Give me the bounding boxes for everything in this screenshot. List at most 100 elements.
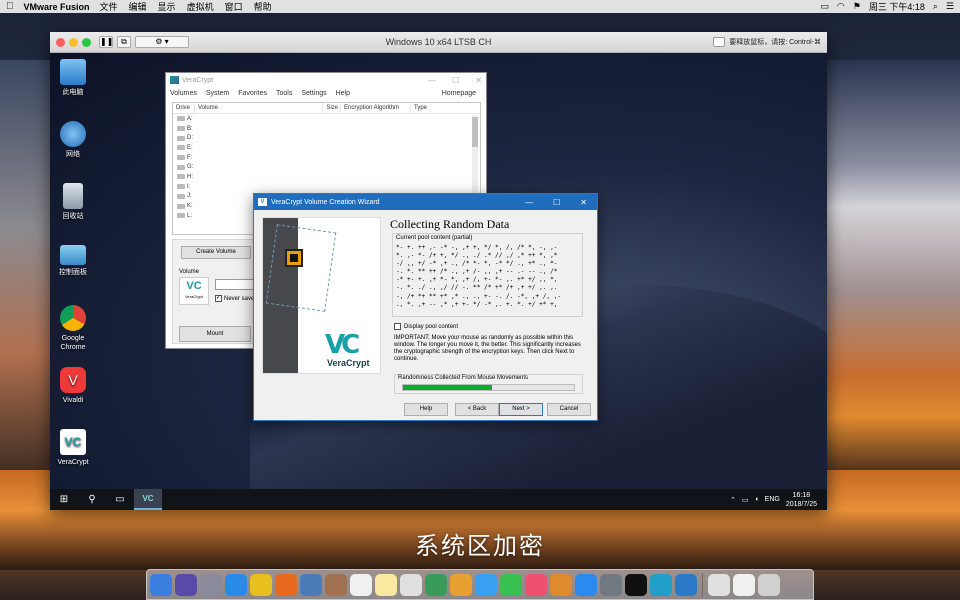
- menu-file[interactable]: 文件: [100, 0, 118, 13]
- vmware-titlebar[interactable]: ❚❚ ⧉ ⚙ ▾ Windows 10 x64 LTSB CH 要释放鼠标，请按…: [50, 32, 827, 53]
- menu-settings[interactable]: Settings: [301, 90, 326, 97]
- display-icon[interactable]: ▭: [820, 1, 829, 12]
- dock-app-icon[interactable]: [350, 573, 372, 596]
- dock-app-icon[interactable]: [400, 573, 422, 596]
- display-pool-checkbox[interactable]: [394, 323, 401, 330]
- ime-indicator[interactable]: ENG: [765, 496, 780, 503]
- menu-edit[interactable]: 编辑: [129, 0, 147, 13]
- search-icon[interactable]: ⌕: [933, 1, 938, 12]
- dock-app-icon[interactable]: [525, 573, 547, 596]
- drive-row[interactable]: E:: [173, 143, 480, 153]
- drive-row[interactable]: I:: [173, 182, 480, 192]
- next-button[interactable]: Next >: [499, 403, 543, 416]
- taskbar-clock[interactable]: 16:18 2018/7/25: [786, 491, 817, 509]
- zoom-icon[interactable]: [82, 37, 91, 47]
- dock-app-icon[interactable]: [450, 573, 472, 596]
- dock-app-icon[interactable]: [250, 573, 272, 596]
- desktop-icon-recycle-bin[interactable]: 回收站: [50, 183, 96, 221]
- menu-tools[interactable]: Tools: [276, 90, 292, 97]
- volume-path-input[interactable]: [215, 279, 255, 290]
- dock-app-icon[interactable]: [733, 573, 755, 596]
- drive-row[interactable]: G:: [173, 162, 480, 172]
- minimize-icon[interactable]: [69, 37, 78, 47]
- menu-help[interactable]: Help: [336, 90, 350, 97]
- menu-vm[interactable]: 虚拟机: [187, 0, 214, 13]
- dock-app-icon[interactable]: [550, 573, 572, 596]
- search-icon[interactable]: ⚲: [78, 489, 106, 510]
- desktop-icon-network[interactable]: 网络: [50, 121, 96, 159]
- dock-app-icon[interactable]: [675, 573, 697, 596]
- drive-row[interactable]: F:: [173, 153, 480, 163]
- desktop-icon-control-panel[interactable]: 控制面板: [50, 245, 96, 277]
- drive-row[interactable]: D:: [173, 133, 480, 143]
- column-volume[interactable]: Volume: [195, 102, 323, 114]
- list-icon[interactable]: ☰: [946, 1, 954, 12]
- dock-app-icon[interactable]: [175, 573, 197, 596]
- cancel-button[interactable]: Cancel: [547, 403, 591, 416]
- minimize-icon[interactable]: —: [525, 198, 533, 207]
- menu-system[interactable]: System: [206, 90, 229, 97]
- menu-volumes[interactable]: Volumes: [170, 90, 197, 97]
- back-button[interactable]: < Back: [455, 403, 499, 416]
- desktop-icon-vivaldi[interactable]: V Vivaldi: [50, 367, 96, 405]
- dock-app-icon[interactable]: [650, 573, 672, 596]
- column-drive[interactable]: Drive: [173, 102, 195, 114]
- pause-icon[interactable]: ❚❚: [99, 36, 113, 48]
- dock-app-icon[interactable]: [375, 573, 397, 596]
- close-icon[interactable]: ✕: [475, 76, 482, 85]
- dock-app-icon[interactable]: [425, 573, 447, 596]
- dock-app-icon[interactable]: [758, 573, 780, 596]
- menu-window[interactable]: 窗口: [225, 0, 243, 13]
- taskbar-veracrypt-icon[interactable]: VC: [134, 489, 162, 510]
- chevron-up-icon[interactable]: ⌃: [730, 496, 736, 504]
- windows-start-icon[interactable]: ⊞: [50, 489, 78, 510]
- close-icon[interactable]: [56, 37, 65, 47]
- column-size[interactable]: Size: [323, 102, 341, 114]
- veracrypt-titlebar[interactable]: VeraCrypt — ☐ ✕: [166, 73, 486, 87]
- speaker-icon[interactable]: ◖: [754, 496, 758, 503]
- wifi-icon[interactable]: ◠: [837, 1, 845, 12]
- dock-app-icon[interactable]: [275, 573, 297, 596]
- wizard-titlebar[interactable]: V VeraCrypt Volume Creation Wizard — ☐ ✕: [254, 194, 597, 210]
- snapshot-icon[interactable]: ⧉: [117, 36, 131, 48]
- menu-view[interactable]: 显示: [158, 0, 176, 13]
- mount-button[interactable]: Mount: [179, 326, 251, 342]
- dock-app-icon[interactable]: [708, 573, 730, 596]
- never-save-checkbox[interactable]: ✓: [215, 295, 222, 302]
- dock-app-icon[interactable]: [300, 573, 322, 596]
- maximize-icon[interactable]: ☐: [553, 198, 560, 207]
- drive-row[interactable]: B:: [173, 124, 480, 134]
- apple-icon[interactable]: : [6, 1, 14, 12]
- maximize-icon[interactable]: ☐: [452, 76, 459, 85]
- column-type[interactable]: Type: [411, 103, 471, 114]
- dock-app-icon[interactable]: [575, 573, 597, 596]
- desktop-icon-chrome[interactable]: Google Chrome: [50, 305, 96, 352]
- never-save-history[interactable]: ✓ Never save: [215, 295, 254, 302]
- dock-app-icon[interactable]: [500, 573, 522, 596]
- dock-app-icon[interactable]: [625, 573, 647, 596]
- display-pool-option[interactable]: Display pool content: [394, 323, 458, 330]
- help-button[interactable]: Help: [404, 403, 448, 416]
- close-icon[interactable]: ✕: [580, 198, 587, 207]
- task-view-icon[interactable]: ▭: [106, 489, 134, 510]
- dock-app-icon[interactable]: [600, 573, 622, 596]
- homepage-link[interactable]: Homepage: [442, 90, 476, 97]
- mac-clock[interactable]: 周三 下午4:18: [869, 0, 925, 13]
- dock-app-icon[interactable]: [200, 573, 222, 596]
- drive-row[interactable]: H:: [173, 172, 480, 182]
- app-menu-vmware[interactable]: VMware Fusion: [24, 2, 90, 12]
- monitor-icon[interactable]: ▭: [742, 496, 749, 504]
- dock-app-icon[interactable]: [150, 573, 172, 596]
- flag-icon[interactable]: ⚑: [853, 1, 861, 12]
- dock-app-icon[interactable]: [325, 573, 347, 596]
- desktop-icon-veracrypt[interactable]: VC VeraCrypt: [50, 429, 96, 467]
- menu-help[interactable]: 帮助: [254, 0, 272, 13]
- desktop-icon-this-pc[interactable]: 此电脑: [50, 59, 96, 97]
- minimize-icon[interactable]: —: [428, 76, 436, 85]
- tools-icon[interactable]: ⚙ ▾: [135, 36, 189, 48]
- dock-app-icon[interactable]: [475, 573, 497, 596]
- dock-app-icon[interactable]: [225, 573, 247, 596]
- menu-favorites[interactable]: Favorites: [238, 90, 267, 97]
- create-volume-button[interactable]: Create Volume: [181, 246, 251, 259]
- drive-row[interactable]: A:: [173, 114, 480, 124]
